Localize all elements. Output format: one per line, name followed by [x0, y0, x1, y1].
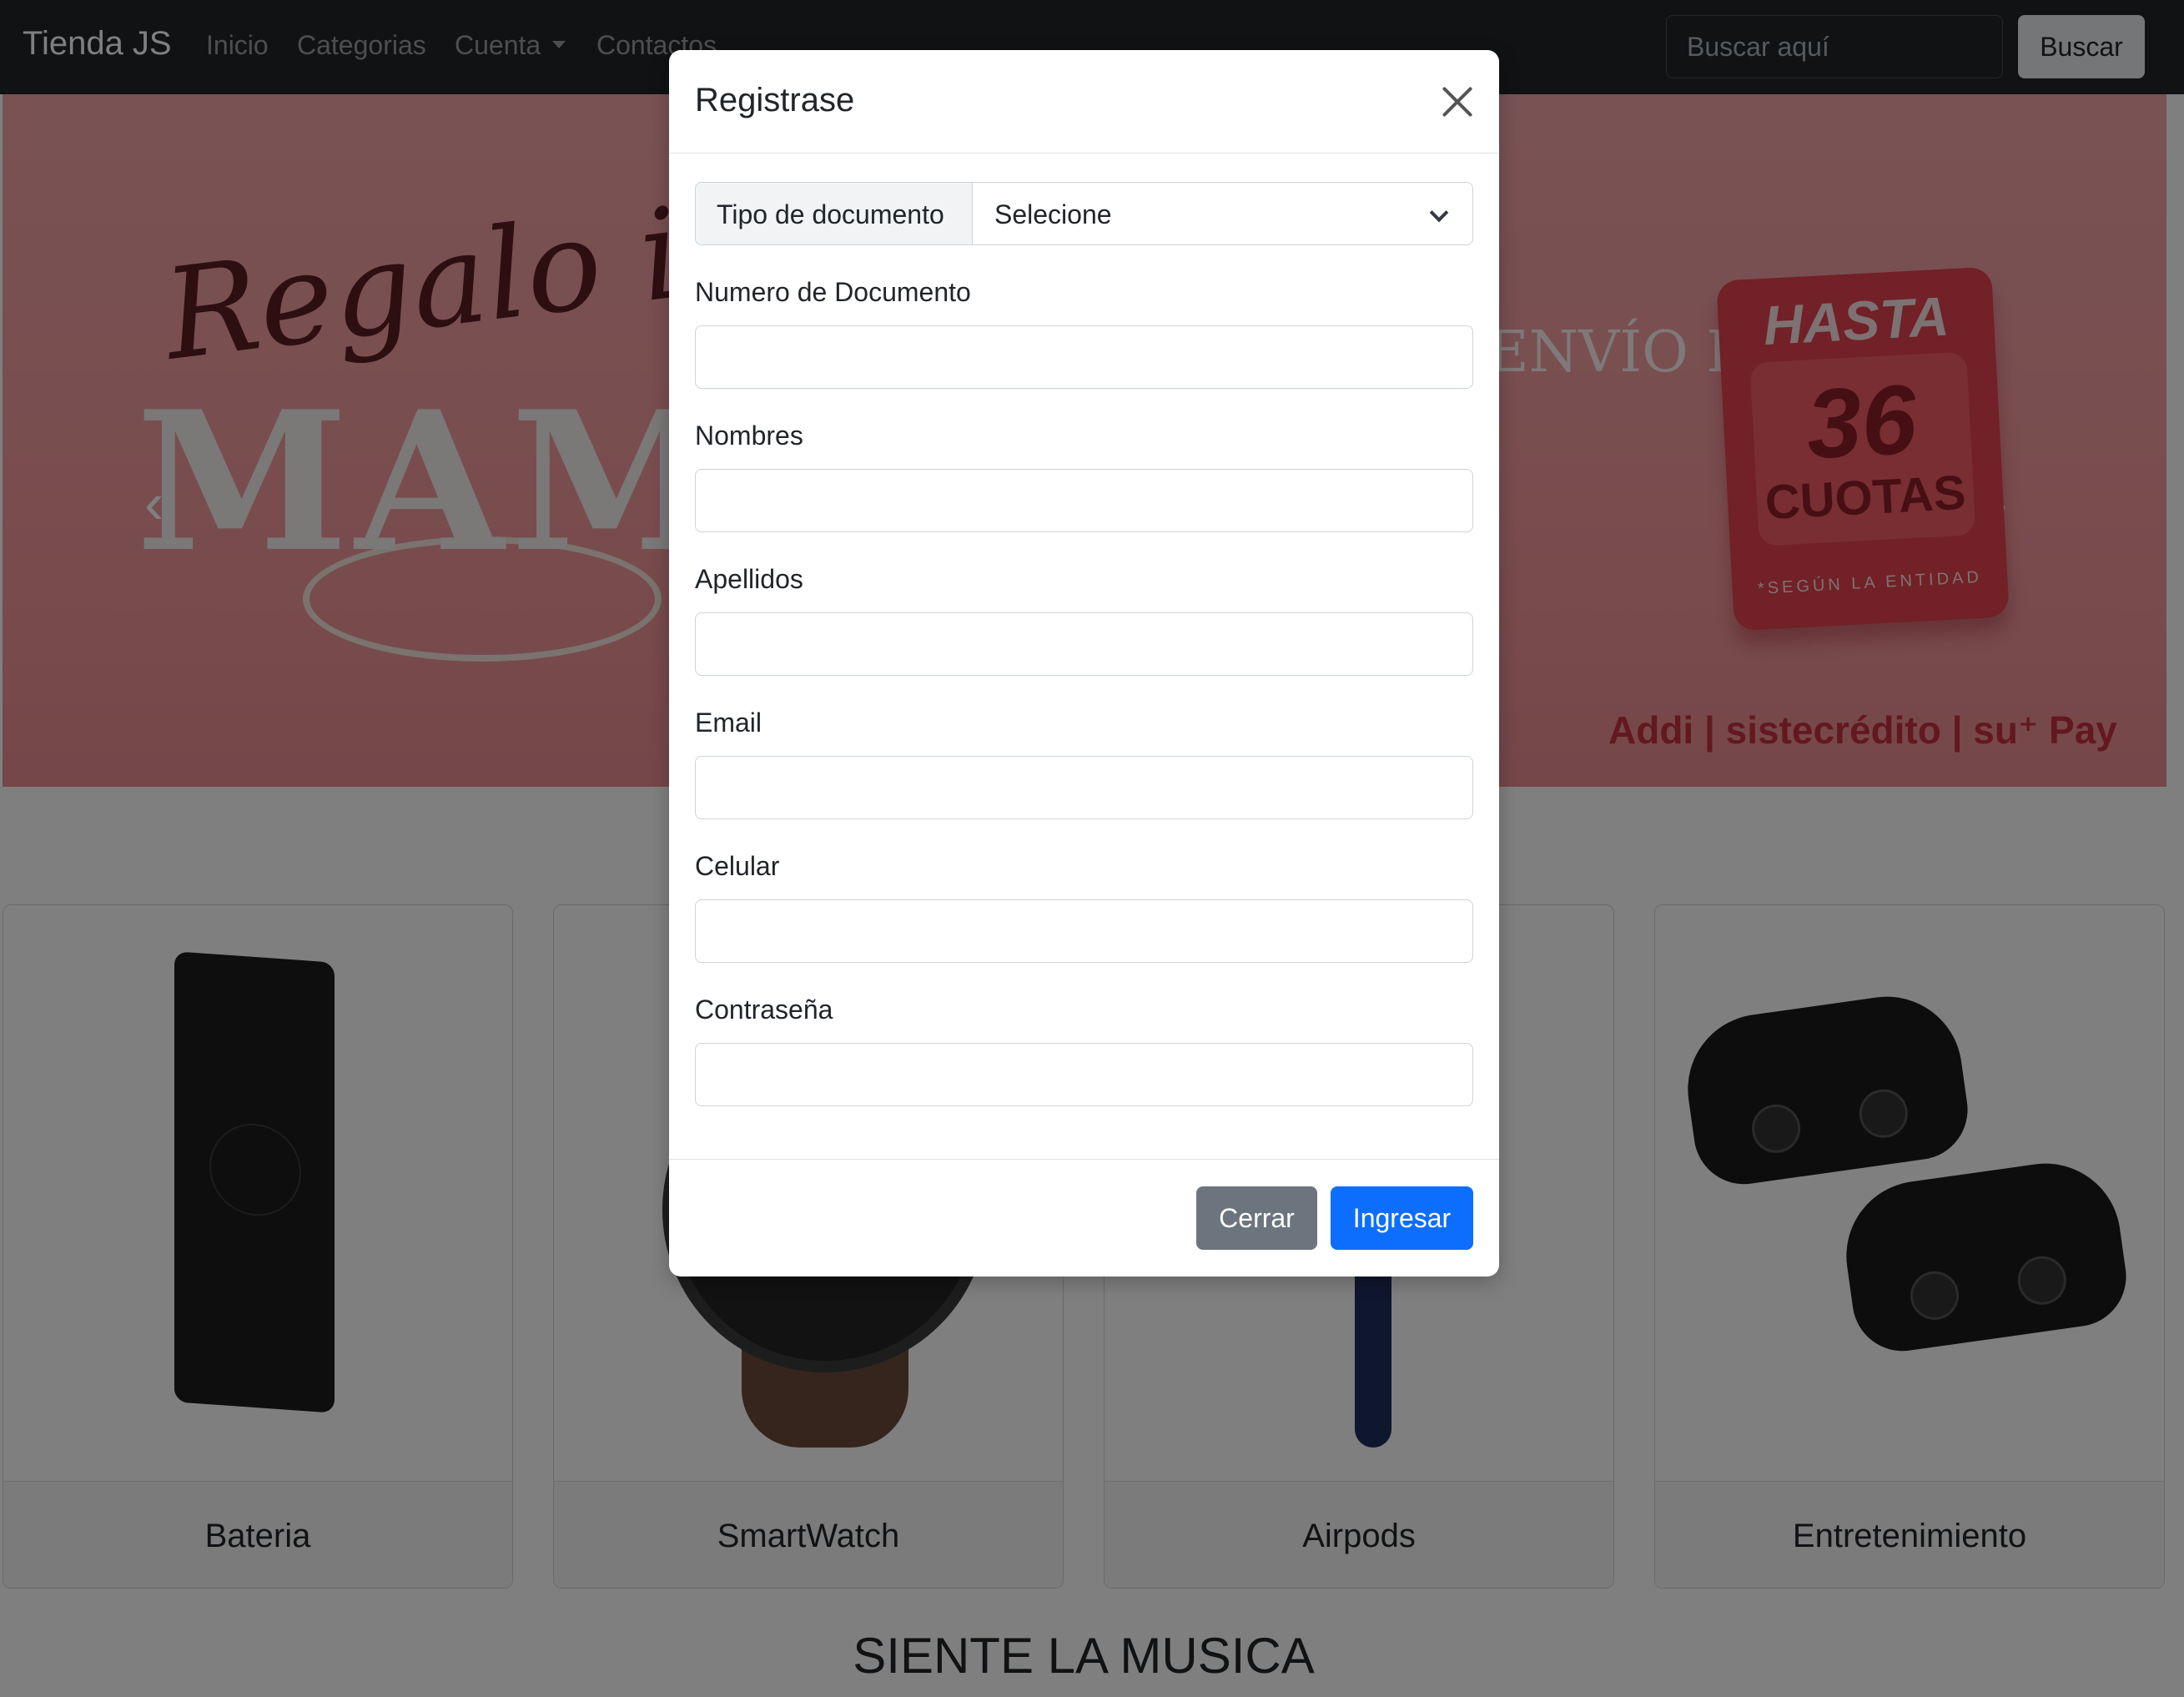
chevron-down-icon: [1429, 203, 1449, 223]
modal-title: Registrase: [695, 82, 855, 118]
close-icon[interactable]: [1437, 82, 1477, 122]
modal-footer: Cerrar Ingresar: [669, 1159, 1499, 1277]
submit-button[interactable]: Ingresar: [1331, 1186, 1473, 1250]
first-names-field[interactable]: [695, 469, 1473, 532]
password-field[interactable]: [695, 1043, 1473, 1106]
doc-number-field[interactable]: [695, 325, 1473, 389]
email-label: Email: [695, 708, 762, 738]
register-modal: Registrase Tipo de documento Selecione N…: [669, 50, 1499, 1277]
doc-type-value: Selecione: [994, 199, 1112, 229]
last-names-label: Apellidos: [695, 564, 803, 594]
doc-type-group: Tipo de documento Selecione: [695, 182, 1473, 245]
phone-label: Celular: [695, 851, 780, 881]
password-label: Contraseña: [695, 995, 833, 1025]
phone-field[interactable]: [695, 899, 1473, 963]
doc-number-label: Numero de Documento: [695, 277, 971, 307]
email-field[interactable]: [695, 756, 1473, 819]
doc-type-select[interactable]: Selecione: [974, 183, 1472, 244]
close-button[interactable]: Cerrar: [1196, 1186, 1317, 1250]
first-names-label: Nombres: [695, 420, 803, 451]
last-names-field[interactable]: [695, 612, 1473, 676]
doc-type-label: Tipo de documento: [696, 183, 973, 244]
modal-header: Registrase: [669, 50, 1499, 154]
